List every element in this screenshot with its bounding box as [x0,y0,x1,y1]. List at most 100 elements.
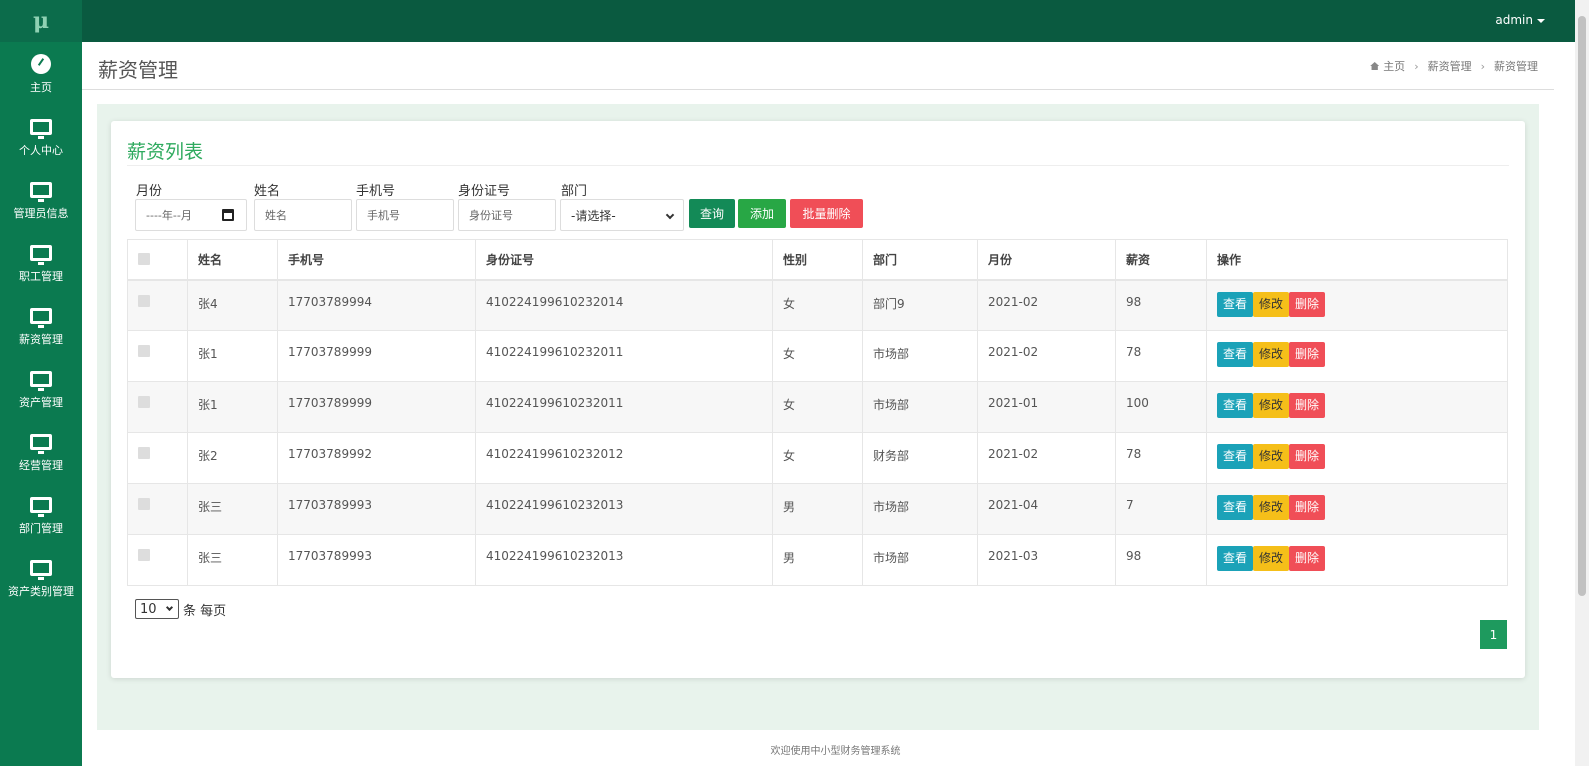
view-button[interactable]: 查看 [1217,495,1254,520]
row-checkbox[interactable] [138,294,150,307]
month-label: 月份 [136,184,163,199]
view-button[interactable]: 查看 [1217,342,1254,367]
cell-month: 2021-02 [977,279,1116,331]
cell-gender: 女 [772,279,863,331]
column-header[interactable]: 薪资 [1115,239,1207,281]
row-checkbox[interactable] [138,396,150,408]
cell-actions: 查看 修改 删除 [1206,279,1508,331]
view-button[interactable]: 查看 [1217,393,1254,418]
edit-button[interactable]: 修改 [1253,342,1290,367]
delete-button[interactable]: 删除 [1289,342,1326,367]
sidebar-item-salary[interactable]: 薪资管理 [0,294,82,357]
user-name: admin [1495,13,1533,27]
cell-name: 张4 [187,279,278,331]
calendar-icon[interactable] [222,209,234,221]
cell-id-number: 410224199610232011 [475,330,773,382]
column-header[interactable]: 手机号 [277,239,476,281]
cell-phone: 17703789994 [277,279,476,331]
chevron-down-icon [165,603,174,612]
edit-button[interactable]: 修改 [1253,393,1290,418]
name-label: 姓名 [254,184,281,199]
cell-actions: 查看 修改 删除 [1206,330,1508,382]
divider [127,165,1509,166]
edit-button[interactable]: 修改 [1253,444,1290,469]
cell-phone: 17703789992 [277,432,476,484]
page-size-suffix: 条 每页 [183,603,227,619]
page-size-select[interactable]: 10 [135,599,179,619]
column-header[interactable]: 月份 [977,239,1116,281]
breadcrumb-item[interactable]: 薪资管理 [1428,60,1472,73]
month-value: ----年--月 [146,209,192,222]
row-select-cell [127,483,188,535]
column-header[interactable]: 身份证号 [475,239,773,281]
view-button[interactable]: 查看 [1217,546,1254,571]
sidebar-item-label: 部门管理 [19,521,63,535]
monitor-icon [30,307,52,328]
top-bar: μ admin [0,0,1575,42]
monitor-icon [30,244,52,265]
phone-input[interactable]: 手机号 [356,199,454,231]
row-checkbox[interactable] [138,345,150,357]
department-value: -请选择- [571,208,616,223]
column-header[interactable]: 部门 [862,239,978,281]
app-logo[interactable]: μ [0,0,82,42]
sidebar-item-admin-info[interactable]: 管理员信息 [0,168,82,231]
add-button[interactable]: 添加 [738,199,786,228]
sidebar-item-staff[interactable]: 职工管理 [0,231,82,294]
sidebar-item-assets[interactable]: 资产管理 [0,357,82,420]
id-number-input[interactable]: 身份证号 [458,199,556,231]
name-input[interactable]: 姓名 [254,199,352,231]
department-label: 部门 [561,184,588,199]
cell-gender: 男 [772,483,863,535]
delete-button[interactable]: 删除 [1289,393,1326,418]
page-size-value: 10 [140,601,157,617]
scrollbar-thumb[interactable] [1578,16,1586,596]
delete-button[interactable]: 删除 [1289,291,1326,317]
row-checkbox[interactable] [138,549,150,561]
sidebar-item-personal-center[interactable]: 个人中心 [0,105,82,168]
row-checkbox[interactable] [138,447,150,459]
view-button[interactable]: 查看 [1217,291,1254,317]
cell-department: 市场部 [862,381,978,433]
monitor-icon [30,496,52,517]
batch-delete-button[interactable]: 批量删除 [790,199,863,228]
delete-button[interactable]: 删除 [1289,546,1326,571]
footer-text: 欢迎使用中小型财务管理系统 [770,746,901,757]
delete-button[interactable]: 删除 [1289,444,1326,469]
sidebar-item-departments[interactable]: 部门管理 [0,483,82,546]
row-select-cell [127,432,188,484]
cell-id-number: 410224199610232013 [475,534,773,586]
cell-month: 2021-04 [977,483,1116,535]
cell-department: 部门9 [862,279,978,331]
breadcrumb-current: 薪资管理 [1494,60,1538,73]
cell-actions: 查看 修改 删除 [1206,432,1508,484]
edit-button[interactable]: 修改 [1253,546,1290,571]
sidebar-item-asset-categories[interactable]: 资产类别管理 [0,546,82,609]
edit-button[interactable]: 修改 [1253,291,1290,317]
cell-department: 市场部 [862,483,978,535]
breadcrumb-separator: › [1480,60,1485,73]
phone-label: 手机号 [356,184,396,199]
cell-month: 2021-03 [977,534,1116,586]
sidebar-item-home[interactable]: 主页 [0,42,82,105]
cell-actions: 查看 修改 删除 [1206,483,1508,535]
column-header[interactable]: 姓名 [187,239,278,281]
vertical-scrollbar[interactable] [1575,0,1589,766]
sidebar-item-operations[interactable]: 经营管理 [0,420,82,483]
breadcrumb-home[interactable]: 主页 [1383,60,1405,73]
query-button[interactable]: 查询 [689,199,735,228]
phone-placeholder: 手机号 [367,209,400,222]
view-button[interactable]: 查看 [1217,444,1254,469]
row-checkbox[interactable] [138,498,150,510]
sidebar: 主页 个人中心 管理员信息 职工管理 薪资管理 资产管理 经营管理 部门管理 资… [0,42,82,766]
page-size-control: 10 条 每页 [135,599,226,619]
month-input[interactable]: ----年--月 [135,199,247,231]
department-select[interactable]: -请选择- [560,199,684,231]
table-row: 张1 17703789999 410224199610232011 女 市场部 … [127,381,1508,433]
user-menu[interactable]: admin [1495,13,1545,27]
edit-button[interactable]: 修改 [1253,495,1290,520]
select-all-checkbox[interactable] [138,252,150,265]
page-button-current[interactable]: 1 [1480,620,1507,649]
delete-button[interactable]: 删除 [1289,495,1326,520]
column-header[interactable]: 性别 [772,239,863,281]
